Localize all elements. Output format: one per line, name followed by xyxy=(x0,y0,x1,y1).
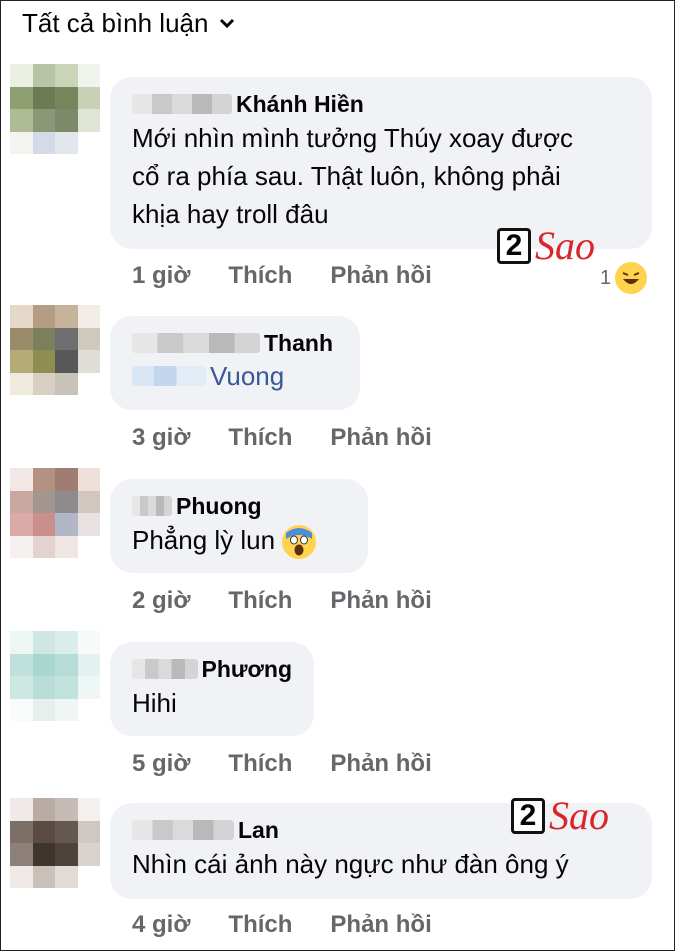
comment-text: Mới nhìn mình tưởng Thúy xoay được cổ ra… xyxy=(132,123,573,229)
avatar[interactable] xyxy=(10,64,100,154)
like-button[interactable]: Thích xyxy=(228,424,292,452)
comment-bubble: Thanh Vuong xyxy=(110,316,360,410)
scream-emoji-icon xyxy=(282,525,317,560)
avatar[interactable] xyxy=(10,798,100,888)
reaction-badge[interactable]: 1 xyxy=(600,262,648,294)
reply-button[interactable]: Phản hồi xyxy=(330,750,431,778)
tagged-user-link[interactable]: Vuong xyxy=(210,361,284,392)
chevron-down-icon xyxy=(220,18,235,29)
reply-button[interactable]: Phản hồi xyxy=(330,262,431,290)
blurred-name xyxy=(132,496,172,516)
comment-text: Phẳng lỳ lun xyxy=(132,521,346,560)
watermark-logo: 2 Sao xyxy=(511,796,609,836)
reaction-count: 1 xyxy=(600,266,612,289)
comment-author[interactable]: Phương xyxy=(202,656,293,683)
comment-filter-label: Tất cả bình luận xyxy=(22,7,209,38)
like-button[interactable]: Thích xyxy=(228,587,292,615)
reply-button[interactable]: Phản hồi xyxy=(330,911,431,939)
reply-button[interactable]: Phản hồi xyxy=(330,424,431,452)
blurred-name xyxy=(132,659,198,679)
comment-author[interactable]: Thanh xyxy=(264,330,333,357)
comment-bubble: Phương Hihi xyxy=(110,642,314,736)
comment-time[interactable]: 5 giờ xyxy=(132,750,190,778)
comment-actions: 4 giờ Thích Phản hồi xyxy=(132,911,432,939)
comment-author[interactable]: Lan xyxy=(238,817,279,844)
comment-actions: 3 giờ Thích Phản hồi xyxy=(132,424,432,452)
comment-time[interactable]: 2 giờ xyxy=(132,587,190,615)
like-button[interactable]: Thích xyxy=(228,262,292,290)
laugh-emoji-icon xyxy=(615,262,648,294)
avatar[interactable] xyxy=(10,468,100,558)
blurred-tag xyxy=(132,366,206,386)
like-button[interactable]: Thích xyxy=(228,911,292,939)
comment-time[interactable]: 1 giờ xyxy=(132,262,190,290)
blurred-name xyxy=(132,333,260,353)
blurred-name xyxy=(132,820,234,840)
avatar[interactable] xyxy=(10,631,100,721)
comment-actions: 2 giờ Thích Phản hồi xyxy=(132,587,432,615)
comment-time[interactable]: 4 giờ xyxy=(132,911,190,939)
comment-author[interactable]: Khánh Hiền xyxy=(236,91,364,118)
avatar[interactable] xyxy=(10,305,100,395)
like-button[interactable]: Thích xyxy=(228,750,292,778)
blurred-name xyxy=(132,94,232,114)
comment-text: Hihi xyxy=(132,688,177,718)
comment-bubble: Phuong Phẳng lỳ lun xyxy=(110,479,368,573)
comment-text: Nhìn cái ảnh này ngực như đàn ông ý xyxy=(132,849,569,879)
comment-actions: 1 giờ Thích Phản hồi xyxy=(132,262,432,290)
watermark-logo: 2 Sao xyxy=(497,226,595,266)
comment-author[interactable]: Phuong xyxy=(176,493,262,520)
comment-time[interactable]: 3 giờ xyxy=(132,424,190,452)
comment-actions: 5 giờ Thích Phản hồi xyxy=(132,750,432,778)
comment-filter-dropdown[interactable]: Tất cả bình luận xyxy=(22,6,236,40)
reply-button[interactable]: Phản hồi xyxy=(330,587,431,615)
